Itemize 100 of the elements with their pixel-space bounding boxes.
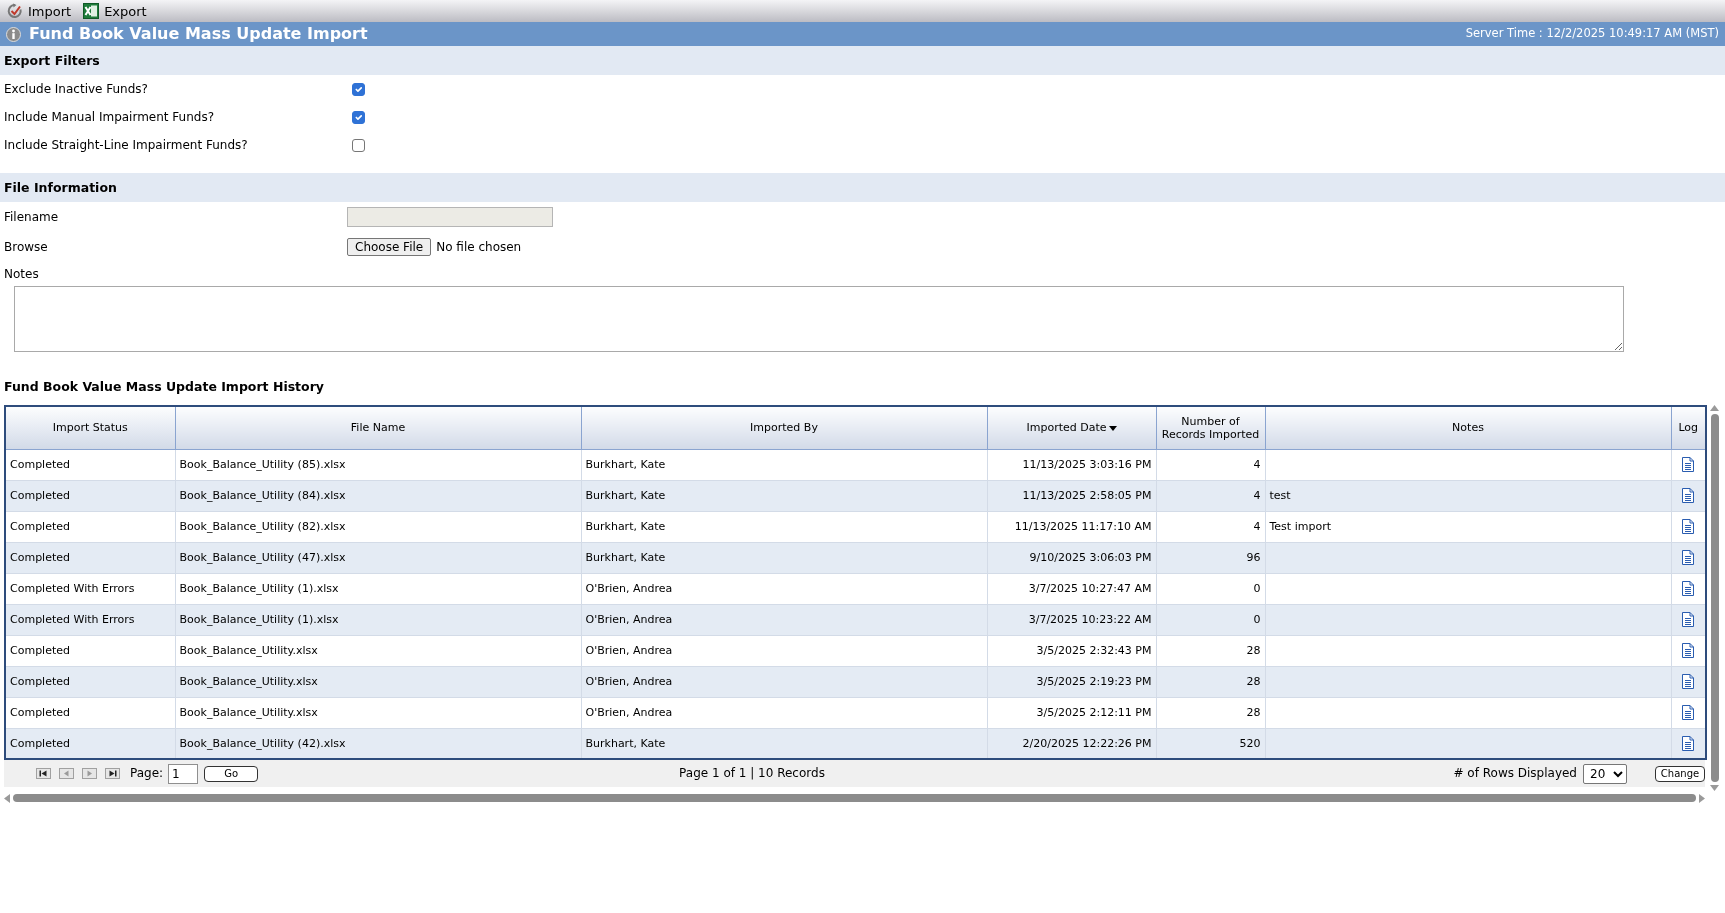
notes-field[interactable] [14, 286, 1624, 352]
table-cell: Book_Balance_Utility (85).xlsx [175, 449, 581, 480]
table-cell: 3/7/2025 10:27:47 AM [987, 573, 1156, 604]
table-cell: Book_Balance_Utility (1).xlsx [175, 604, 581, 635]
info-icon [6, 26, 21, 42]
table-cell: 2/20/2025 12:22:26 PM [987, 728, 1156, 759]
table-cell: Burkhart, Kate [581, 480, 987, 511]
page-title: Fund Book Value Mass Update Import [29, 24, 368, 44]
table-cell: 11/13/2025 2:58:05 PM [987, 480, 1156, 511]
table-cell: 28 [1156, 635, 1265, 666]
filter-label: Include Manual Impairment Funds? [4, 109, 216, 125]
section-header: File Information [0, 173, 1725, 202]
rows-per-page-select[interactable]: 20 [1583, 763, 1627, 784]
table-cell: Completed With Errors [5, 604, 175, 635]
table-cell: Book_Balance_Utility (1).xlsx [175, 573, 581, 604]
table-cell: 3/5/2025 2:32:43 PM [987, 635, 1156, 666]
table-cell: 28 [1156, 666, 1265, 697]
section-title: Fund Book Value Mass Update Import History [3, 377, 325, 396]
filter-label: Exclude Inactive Funds? [4, 81, 149, 97]
table-cell: Burkhart, Kate [581, 542, 987, 573]
column-header[interactable]: Imported By [581, 406, 987, 449]
first-page-icon[interactable] [36, 768, 51, 779]
table-cell: Book_Balance_Utility.xlsx [175, 635, 581, 666]
table-cell: Burkhart, Kate [581, 449, 987, 480]
table-cell: 28 [1156, 697, 1265, 728]
table-cell: 0 [1156, 604, 1265, 635]
scrollbar-thumb[interactable] [13, 794, 1696, 802]
scroll-right-arrow-icon[interactable] [1699, 793, 1705, 803]
table-cell: Completed [5, 480, 175, 511]
table-cell: O'Brien, Andrea [581, 635, 987, 666]
last-page-icon[interactable] [105, 768, 120, 779]
rows-displayed-label: # of Rows Displayed [1453, 766, 1577, 781]
section-header: Export Filters [0, 46, 1725, 75]
export-button[interactable]: Export [81, 3, 149, 19]
sort-descending-icon [1108, 425, 1117, 431]
column-header[interactable]: Import Status [5, 406, 175, 449]
scrollbar-thumb[interactable] [1710, 414, 1719, 782]
scroll-up-arrow-icon[interactable] [1710, 405, 1719, 411]
horizontal-scrollbar[interactable] [4, 792, 1705, 804]
document-icon[interactable] [1682, 519, 1695, 534]
document-icon[interactable] [1682, 488, 1695, 503]
table-cell: 0 [1156, 573, 1265, 604]
table-cell: 520 [1156, 728, 1265, 759]
table-cell: Completed [5, 635, 175, 666]
table-cell: Book_Balance_Utility (47).xlsx [175, 542, 581, 573]
column-header[interactable]: File Name [175, 406, 581, 449]
table-cell: Book_Balance_Utility.xlsx [175, 666, 581, 697]
server-time-text: Server Time : 12/2/2025 10:49:17 AM (MST) [1465, 27, 1719, 41]
page-number-field[interactable]: 1 [168, 763, 199, 784]
table-cell: 96 [1156, 542, 1265, 573]
checkbox[interactable] [352, 82, 365, 96]
table-cell: Burkhart, Kate [581, 511, 987, 542]
column-header[interactable]: Imported Date [987, 406, 1156, 449]
scroll-down-arrow-icon[interactable] [1710, 785, 1719, 791]
document-icon[interactable] [1682, 550, 1695, 565]
document-icon[interactable] [1682, 735, 1695, 751]
table-cell: Book_Balance_Utility (84).xlsx [175, 480, 581, 511]
checkbox[interactable] [352, 138, 365, 152]
import-button[interactable]: Import [5, 3, 74, 19]
table-cell: 3/7/2025 10:23:22 AM [987, 604, 1156, 635]
change-button[interactable]: Change [1655, 765, 1705, 782]
document-icon[interactable] [1682, 674, 1695, 689]
column-header[interactable]: Notes [1265, 406, 1671, 449]
column-header[interactable]: Number of Records Imported [1156, 406, 1265, 449]
spreadsheet-icon [83, 3, 100, 19]
go-button[interactable]: Go [204, 765, 259, 782]
document-icon[interactable] [1682, 612, 1695, 627]
page-summary-text: Page 1 of 1 | 10 Records [679, 766, 825, 781]
table-cell: O'Brien, Andrea [581, 697, 987, 728]
table-cell: 4 [1156, 511, 1265, 542]
document-icon[interactable] [1682, 705, 1695, 720]
document-icon[interactable] [1682, 457, 1695, 472]
table-cell: Completed With Errors [5, 573, 175, 604]
circular-arrow-check-icon [7, 3, 23, 19]
table-cell: Completed [5, 511, 175, 542]
filter-label: Include Straight-Line Impairment Funds? [4, 137, 249, 153]
checkbox[interactable] [352, 110, 365, 124]
table-cell: Completed [5, 697, 175, 728]
table-cell: O'Brien, Andrea [581, 573, 987, 604]
field-label: Browse [4, 239, 49, 255]
table-cell: Completed [5, 666, 175, 697]
file-status-text: No file chosen [436, 239, 522, 255]
document-icon[interactable] [1682, 581, 1695, 596]
table-cell: 4 [1156, 480, 1265, 511]
table-cell: O'Brien, Andrea [581, 604, 987, 635]
table-cell: Completed [5, 542, 175, 573]
field-label: Filename [4, 209, 60, 225]
table-cell: O'Brien, Andrea [581, 666, 987, 697]
scroll-left-arrow-icon[interactable] [4, 793, 10, 803]
table-cell: test [1265, 480, 1671, 511]
field-label: Notes [3, 265, 40, 283]
column-header[interactable]: Log [1671, 406, 1706, 449]
choose-file-button[interactable]: Choose File [347, 237, 432, 257]
table-cell: Book_Balance_Utility.xlsx [175, 697, 581, 728]
table-cell: Book_Balance_Utility (42).xlsx [175, 728, 581, 759]
document-icon[interactable] [1682, 643, 1695, 658]
table-cell: 3/5/2025 2:19:23 PM [987, 666, 1156, 697]
table-cell: Book_Balance_Utility (82).xlsx [175, 511, 581, 542]
table-cell: 4 [1156, 449, 1265, 480]
page-label: Page: [130, 766, 164, 781]
